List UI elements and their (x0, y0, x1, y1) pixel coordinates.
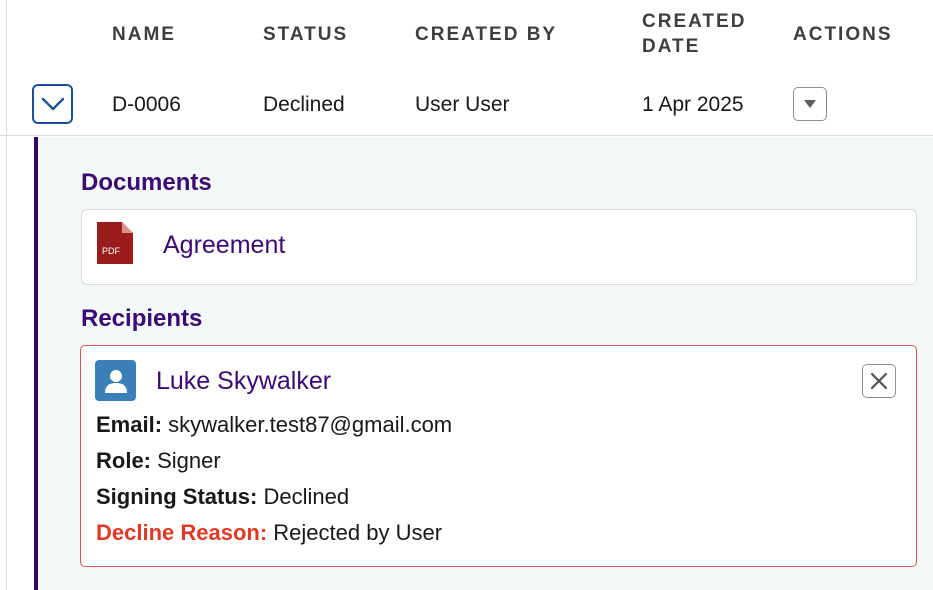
recipient-name-link[interactable]: Luke Skywalker (156, 366, 331, 396)
close-icon (870, 372, 888, 390)
signing-status-value: Declined (263, 484, 350, 509)
row-actions-menu-button[interactable] (793, 87, 827, 121)
remove-recipient-button[interactable] (862, 364, 896, 398)
column-header-created-date[interactable]: CREATED DATE (642, 9, 772, 59)
row-name: D-0006 (112, 93, 181, 116)
recipient-signing-status: Signing Status: Declined (96, 483, 349, 511)
recipient-role: Role: Signer (96, 447, 221, 475)
email-label: Email: (96, 412, 163, 437)
recipients-section-title: Recipients (81, 305, 203, 332)
caret-down-icon (804, 100, 816, 108)
pdf-icon-label: PDF (102, 246, 121, 256)
role-value: Signer (157, 448, 221, 473)
table-header-row: NAME STATUS CREATED BY CREATED DATE ACTI… (0, 0, 933, 72)
column-header-status[interactable]: STATUS (263, 22, 348, 47)
recipient-email: Email: skywalker.test87@gmail.com (96, 411, 452, 439)
records-table: NAME STATUS CREATED BY CREATED DATE ACTI… (0, 0, 933, 590)
row-created-date: 1 Apr 2025 (642, 93, 744, 116)
row-expand-toggle-button[interactable] (32, 84, 73, 124)
document-link-agreement[interactable]: Agreement (163, 230, 285, 260)
row-status: Declined (263, 93, 345, 116)
decline-reason-value: Rejected by User (273, 520, 443, 545)
column-header-name[interactable]: NAME (112, 22, 176, 47)
recipient-decline-reason: Decline Reason: Rejected by User (96, 519, 442, 547)
documents-section-title: Documents (81, 169, 212, 196)
column-header-actions: ACTIONS (793, 24, 893, 45)
signing-status-label: Signing Status: (96, 484, 258, 509)
row-created-by: User User (415, 93, 510, 116)
email-value: skywalker.test87@gmail.com (168, 412, 453, 437)
column-header-created-by[interactable]: CREATED BY (415, 22, 557, 47)
user-avatar-icon (95, 360, 136, 401)
role-label: Role: (96, 448, 151, 473)
chevron-down-icon (41, 97, 64, 111)
decline-reason-label: Decline Reason: (96, 520, 268, 545)
pdf-file-icon: PDF (97, 222, 133, 264)
